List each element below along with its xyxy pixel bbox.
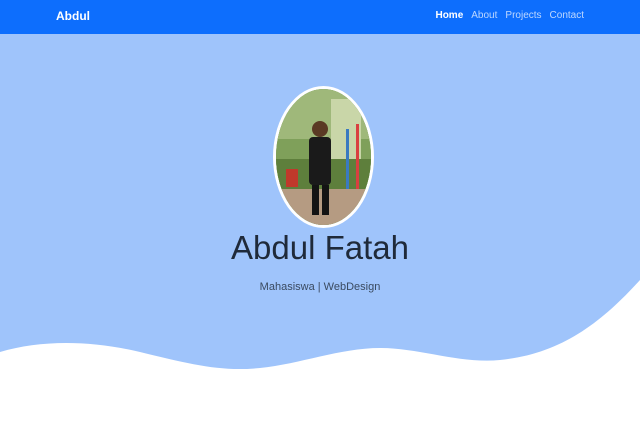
nav-links: Home About Projects Contact	[435, 10, 584, 21]
nav-link-about[interactable]: About	[471, 10, 497, 21]
profile-name: Abdul Fatah	[231, 229, 409, 266]
nav-link-contact[interactable]: Contact	[550, 10, 584, 21]
nav-link-home[interactable]: Home	[435, 10, 463, 21]
hero-section: Abdul Fatah Mahasiswa | WebDesign	[0, 34, 640, 427]
profile-photo	[273, 86, 374, 228]
profile-subtitle: Mahasiswa | WebDesign	[259, 281, 381, 293]
nav-link-projects[interactable]: Projects	[505, 10, 541, 21]
brand-link[interactable]: Abdul	[56, 9, 90, 23]
navbar: Abdul Home About Projects Contact	[0, 0, 640, 34]
